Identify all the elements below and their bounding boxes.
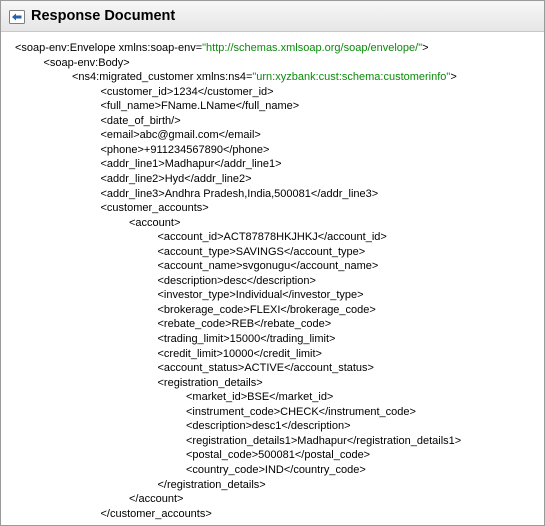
xml-line: <customer_accounts> xyxy=(101,201,209,216)
xml-line: <brokerage_code>FLEXI</brokerage_code> xyxy=(158,303,376,318)
xml-tag-text: <addr_line1>Madhapur</addr_line1> xyxy=(100,158,282,171)
xml-tag-text: <addr_line3>Andhra Pradesh,India,500081<… xyxy=(100,187,379,200)
xml-tag-text: <country_code>IND</country_code> xyxy=(186,463,366,476)
xml-line: <account> xyxy=(129,216,180,231)
xml-line: <full_name>FName.LName</full_name> xyxy=(101,99,300,114)
xml-line: <description>desc</description> xyxy=(158,274,316,289)
xml-line: <market_id>BSE</market_id> xyxy=(186,390,333,405)
xml-line: <registration_details> xyxy=(158,376,263,391)
xml-tag-text: <phone>+911234567890</phone> xyxy=(100,143,270,156)
xml-tag-text: <ns4:migrated_customer xmlns:ns4= xyxy=(72,71,253,84)
xml-line: <addr_line1>Madhapur</addr_line1> xyxy=(101,157,282,172)
xml-tag-text: <account> xyxy=(129,216,181,229)
xml-line: <account_status>ACTIVE</account_status> xyxy=(158,361,374,376)
xml-line: <addr_line3>Andhra Pradesh,India,500081<… xyxy=(101,187,379,202)
xml-line: <registration_details1>Madhapur</registr… xyxy=(186,434,461,449)
xml-tag-text: <soap-env:Envelope xmlns:soap-env= xyxy=(15,42,203,54)
xml-line: <soap-env:Body> xyxy=(44,56,130,71)
back-arrow-icon[interactable] xyxy=(9,9,25,24)
xml-tag-text: <instrument_code>CHECK</instrument_code> xyxy=(186,405,416,418)
xml-attribute-value: "http://schemas.xmlsoap.org/soap/envelop… xyxy=(202,42,423,54)
xml-tag-text: <brokerage_code>FLEXI</brokerage_code> xyxy=(157,303,376,316)
xml-line: <credit_limit>10000</credit_limit> xyxy=(158,347,322,362)
xml-line: <investor_type>Individual</investor_type… xyxy=(158,288,364,303)
xml-tag-text: <market_id>BSE</market_id> xyxy=(186,391,334,404)
xml-line: </customer_accounts> xyxy=(101,507,212,522)
xml-line: <trading_limit>15000</trading_limit> xyxy=(158,332,336,347)
xml-tag-text: <full_name>FName.LName</full_name> xyxy=(100,100,300,113)
panel-title: Response Document xyxy=(31,8,176,24)
xml-tag-text: <description>desc</description> xyxy=(157,274,316,287)
xml-tag-text: <email>abc@gmail.com</email> xyxy=(100,129,261,142)
xml-line: <instrument_code>CHECK</instrument_code> xyxy=(186,405,416,420)
xml-line: </registration_details> xyxy=(158,478,266,493)
xml-tag-text: <account_status>ACTIVE</account_status> xyxy=(157,362,374,375)
xml-line: <description>desc1</description> xyxy=(186,419,351,434)
xml-tag-text: <account_name>svgonugu</account_name> xyxy=(157,260,379,273)
xml-tag-text: <soap-env:Body> xyxy=(43,56,130,69)
xml-tag-text: <customer_accounts> xyxy=(100,202,209,215)
xml-tag-text: <addr_line2>Hyd</addr_line2> xyxy=(100,172,252,185)
xml-line: </account> xyxy=(129,492,183,507)
xml-line: <date_of_birth/> xyxy=(101,114,181,129)
xml-line: <postal_code>500081</postal_code> xyxy=(186,448,370,463)
xml-attribute-value: "urn:xyzbank:cust:schema:customerinfo" xyxy=(252,71,451,84)
xml-tag-text: <description>desc1</description> xyxy=(186,420,351,433)
xml-line: <country_code>IND</country_code> xyxy=(186,463,366,478)
xml-tag-text: <rebate_code>REB</rebate_code> xyxy=(157,318,332,331)
xml-tag-text: <date_of_birth/> xyxy=(100,114,181,127)
xml-line: <account_id>ACT87878HKJHKJ</account_id> xyxy=(158,230,387,245)
xml-tag-text: > xyxy=(422,42,429,54)
xml-tag-text: <investor_type>Individual</investor_type… xyxy=(157,289,364,302)
panel-header: Response Document xyxy=(1,1,544,32)
xml-tag-text: <account_type>SAVINGS</account_type> xyxy=(157,245,366,258)
xml-tag-text: <trading_limit>15000</trading_limit> xyxy=(157,333,336,345)
xml-line: <email>abc@gmail.com</email> xyxy=(101,128,261,143)
xml-tag-text: > xyxy=(450,71,457,84)
xml-line: <account_type>SAVINGS</account_type> xyxy=(158,245,366,260)
response-document-panel: Response Document <soap-env:Envelope xml… xyxy=(0,0,545,526)
xml-tag-text: <account_id>ACT87878HKJHKJ</account_id> xyxy=(157,231,387,244)
xml-tag-text: <postal_code>500081</postal_code> xyxy=(186,449,371,462)
xml-line: <account_name>svgonugu</account_name> xyxy=(158,259,379,274)
xml-tag-text: <registration_details1>Madhapur</registr… xyxy=(186,434,462,447)
xml-line: <customer_id>1234</customer_id> xyxy=(101,85,274,100)
xml-line: <rebate_code>REB</rebate_code> xyxy=(158,317,332,332)
xml-tag-text: <registration_details> xyxy=(157,376,263,389)
xml-tag-text: </registration_details> xyxy=(157,478,266,491)
xml-tag-text: </customer_accounts> xyxy=(100,507,212,520)
xml-line: <soap-env:Envelope xmlns:soap-env="http:… xyxy=(15,41,429,56)
xml-line: <phone>+911234567890</phone> xyxy=(101,143,270,158)
xml-tag-text: <customer_id>1234</customer_id> xyxy=(100,85,274,98)
xml-line: <addr_line2>Hyd</addr_line2> xyxy=(101,172,252,187)
xml-tag-text: <credit_limit>10000</credit_limit> xyxy=(157,347,322,360)
xml-line: <ns4:migrated_customer xmlns:ns4="urn:xy… xyxy=(72,70,457,85)
xml-tag-text: </account> xyxy=(129,493,184,506)
